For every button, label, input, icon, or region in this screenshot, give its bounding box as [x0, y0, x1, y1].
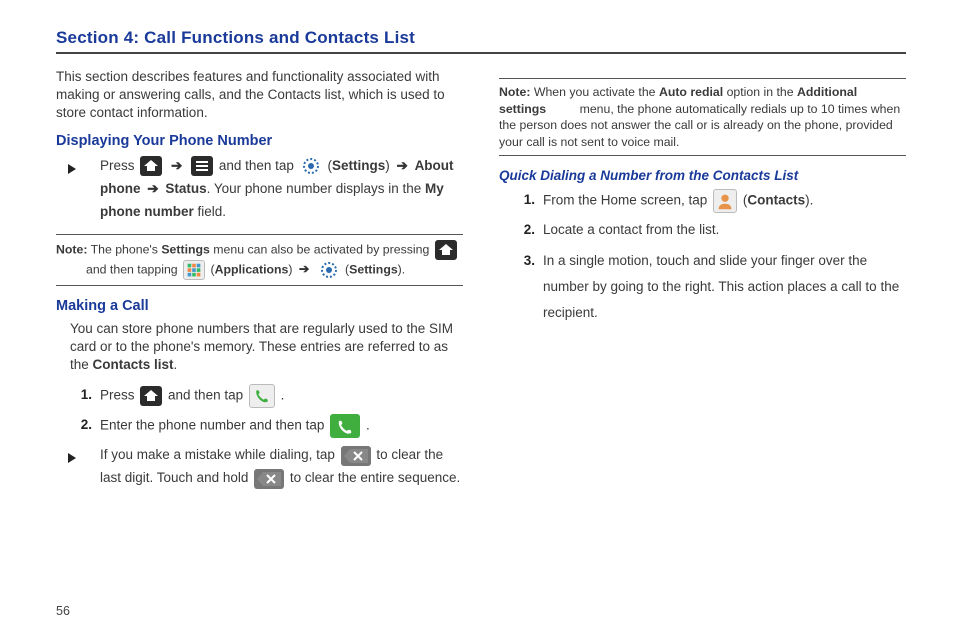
- two-column-layout: This section describes features and func…: [56, 68, 906, 496]
- text: (Settings): [327, 158, 393, 173]
- contacts-list-label: Contacts list: [93, 357, 174, 372]
- text: and then tapping: [86, 262, 181, 276]
- section-title: Section 4: Call Functions and Contacts L…: [56, 28, 906, 54]
- arrow-icon: ➔: [299, 261, 309, 278]
- display-steps: Press ➔ and then tap (Settings) ➔ About …: [56, 155, 463, 224]
- menu-key-icon: [191, 156, 213, 176]
- text: Enter the phone number and then tap: [100, 418, 328, 433]
- text: option in the: [723, 85, 797, 99]
- text: When you activate the: [530, 85, 659, 99]
- contacts-label: Contacts: [747, 193, 805, 208]
- quick-dial-steps: 1. From the Home screen, tap (Contacts).…: [499, 189, 906, 325]
- making-step-1: 1. Press and then tap .: [82, 384, 463, 408]
- home-key-icon: [140, 386, 162, 406]
- text: and then tap: [219, 158, 298, 173]
- intro-paragraph: This section describes features and func…: [56, 68, 463, 123]
- bullet-triangle-icon: [68, 448, 76, 471]
- phone-app-icon: [249, 384, 275, 408]
- text: The phone's: [87, 242, 161, 256]
- arrow-icon: ➔: [171, 155, 182, 178]
- heading-display-number: Displaying Your Phone Number: [56, 133, 463, 149]
- heading-making-call: Making a Call: [56, 298, 463, 314]
- applications-label: Applications: [215, 262, 289, 276]
- note-label: Note:: [56, 242, 87, 256]
- arrow-icon: ➔: [396, 155, 407, 178]
- step-number: 1.: [64, 384, 92, 407]
- settings-gear-icon: [300, 156, 322, 176]
- text: .: [366, 418, 370, 433]
- text: (Applications): [210, 262, 295, 276]
- making-step-3: If you make a mistake while dialing, tap…: [82, 444, 463, 490]
- text: From the Home screen, tap: [543, 193, 711, 208]
- text: .: [174, 357, 178, 372]
- text: .: [281, 388, 285, 403]
- backspace-icon: [254, 469, 284, 489]
- text: field.: [194, 204, 226, 219]
- settings-label: Settings: [332, 158, 385, 173]
- making-call-steps: 1. Press and then tap . 2. Enter the pho…: [56, 384, 463, 490]
- quick-step-2: 2. Locate a contact from the list.: [525, 219, 906, 242]
- settings-gear-icon: [318, 260, 340, 280]
- bullet-triangle-icon: [68, 159, 76, 182]
- step-number: 1.: [507, 189, 535, 212]
- display-step-1: Press ➔ and then tap (Settings) ➔ About …: [82, 155, 463, 224]
- home-key-icon: [435, 240, 457, 260]
- call-button-icon: [330, 414, 360, 438]
- left-column: This section describes features and func…: [56, 68, 463, 496]
- manual-page: Section 4: Call Functions and Contacts L…: [0, 0, 954, 636]
- text: Press: [100, 388, 138, 403]
- quick-step-1: 1. From the Home screen, tap (Contacts).: [525, 189, 906, 213]
- making-call-intro: You can store phone numbers that are reg…: [56, 320, 463, 375]
- text: (Contacts).: [743, 193, 814, 208]
- arrow-icon: ➔: [147, 178, 158, 201]
- text: menu, the phone automatically redials up…: [499, 102, 900, 149]
- quick-step-3: 3. In a single motion, touch and slide y…: [525, 248, 906, 325]
- page-number: 56: [56, 604, 70, 618]
- note-label: Note:: [499, 85, 530, 99]
- heading-quick-dial: Quick Dialing a Number from the Contacts…: [499, 168, 906, 183]
- right-column: Note: When you activate the Auto redial …: [499, 68, 906, 496]
- auto-redial-label: Auto redial: [659, 85, 723, 99]
- note-auto-redial: Note: When you activate the Auto redial …: [499, 78, 906, 156]
- note-line2: and then tapping (Applications) ➔ (Setti…: [56, 260, 463, 280]
- text: (Settings).: [345, 262, 405, 276]
- step-number: 3.: [507, 248, 535, 274]
- status-label: Status: [165, 181, 206, 196]
- text: Locate a contact from the list.: [543, 222, 719, 237]
- step-number: 2.: [507, 219, 535, 242]
- home-key-icon: [140, 156, 162, 176]
- text: In a single motion, touch and slide your…: [543, 253, 899, 319]
- text: . Your phone number displays in the: [207, 181, 425, 196]
- text: menu can also be activated by pressing: [210, 242, 433, 256]
- settings-label: Settings: [349, 262, 398, 276]
- backspace-icon: [341, 446, 371, 466]
- text: If you make a mistake while dialing, tap: [100, 447, 339, 462]
- note-settings-activation: Note: The phone's Settings menu can also…: [56, 234, 463, 286]
- step-number: 2.: [64, 414, 92, 437]
- text: Settings: [161, 242, 210, 256]
- making-step-2: 2. Enter the phone number and then tap .: [82, 414, 463, 438]
- text: Press: [100, 158, 138, 173]
- contacts-app-icon: [713, 189, 737, 213]
- text: and then tap: [168, 388, 247, 403]
- text: to clear the entire sequence.: [290, 470, 460, 485]
- applications-grid-icon: [183, 260, 205, 280]
